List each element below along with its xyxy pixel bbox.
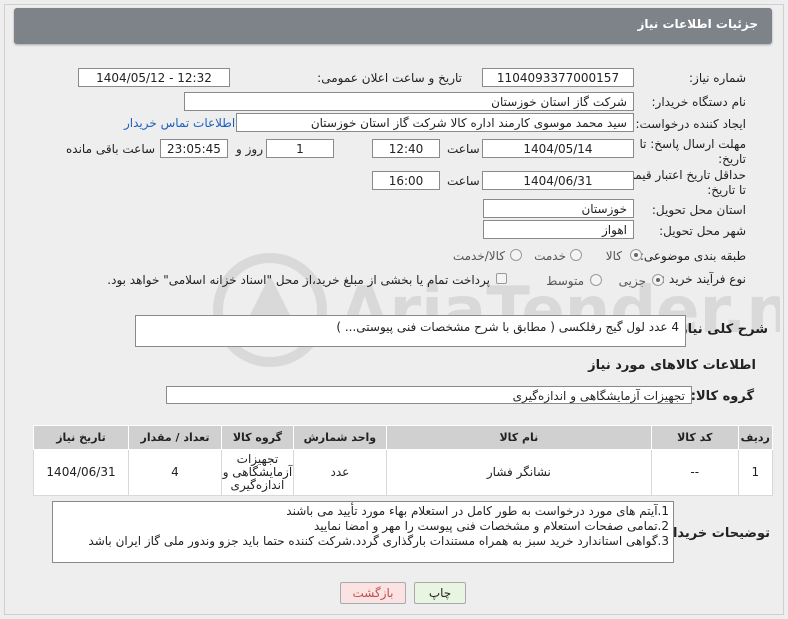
category-radio-goods[interactable] <box>630 249 642 261</box>
page-title: جزئیات اطلاعات نیاز <box>637 17 758 31</box>
summary-label: شرح کلی نیاز: <box>674 322 768 337</box>
process-label: نوع فرآیند خرید : <box>661 272 746 286</box>
payment-note: پرداخت تمام یا بخشی از مبلغ خرید،از محل … <box>107 273 490 287</box>
deadline-time-label: ساعت <box>447 142 480 156</box>
category-option-goods: کالا <box>605 249 622 263</box>
creator-label: ایجاد کننده درخواست: <box>635 117 746 131</box>
note-line-2: 2.تمامی صفحات استعلام و مشخصات فنی پیوست… <box>313 519 669 533</box>
note-line-3: 3.گواهی استاندارد خرید سبز به همراه مستن… <box>88 534 669 548</box>
province-label: استان محل تحویل: <box>651 203 746 217</box>
cell-item-group: تجهیزات آزمایشگاهی و اندازه‌گیری <box>220 449 294 496</box>
cell-row-number: 1 <box>737 449 774 496</box>
col-header-item-code: کد کالا <box>650 425 739 450</box>
back-button[interactable]: بازگشت <box>340 582 406 604</box>
treasury-payment-checkbox[interactable] <box>496 273 507 284</box>
announce-field[interactable]: 1404/05/12 - 12:32 <box>78 68 230 87</box>
items-table: ردیف کد کالا نام کالا واحد شمارش گروه کا… <box>32 425 774 496</box>
summary-field[interactable]: 4 عدد لول گیج رفلکسی ( مطابق با شرح مشخص… <box>135 315 686 347</box>
province-field[interactable]: خوزستان <box>483 199 634 218</box>
goods-group-field[interactable]: تجهیزات آزمایشگاهی و اندازه‌گیری <box>166 386 692 404</box>
cell-item-code: -- <box>650 449 739 496</box>
buyer-org-field[interactable]: شرکت گاز استان خوزستان <box>184 92 634 111</box>
contact-info-link[interactable]: اطلاعات تماس خریدار <box>124 116 235 130</box>
note-line-1: 1.آیتم های مورد درخواست به طور کامل در ا… <box>286 504 669 518</box>
cell-item-name: نشانگر فشار <box>385 449 652 496</box>
col-header-unit: واحد شمارش <box>292 425 387 450</box>
notes-label: توضیحات خریدار: <box>660 526 770 541</box>
validity-time-label: ساعت <box>447 174 480 188</box>
col-header-row-number: ردیف <box>737 425 774 450</box>
process-option-medium: متوسط <box>546 274 584 288</box>
col-header-need-date: تاریخ نیاز <box>32 425 130 450</box>
announce-label: تاریخ و ساعت اعلان عمومی: <box>317 71 462 85</box>
creator-field[interactable]: سید محمد موسوی کارمند اداره کالا شرکت گا… <box>236 113 634 132</box>
remaining-time-field[interactable]: 23:05:45 <box>160 139 228 158</box>
city-label: شهر محل تحویل: <box>659 224 746 238</box>
cell-quantity: 4 <box>128 449 222 496</box>
category-radio-goods-service[interactable] <box>510 249 522 261</box>
print-button[interactable]: چاپ <box>414 582 466 604</box>
days-field[interactable]: 1 <box>266 139 334 158</box>
deadline-date-field[interactable]: 1404/05/14 <box>482 139 634 158</box>
need-number-field[interactable]: 1104093377000157 <box>482 68 634 87</box>
col-header-item-name: نام کالا <box>385 425 652 450</box>
deadline-time-field[interactable]: 12:40 <box>372 139 440 158</box>
process-radio-minor[interactable] <box>652 274 664 286</box>
category-option-goods-service: کالا/خدمت <box>452 249 505 263</box>
process-radio-medium[interactable] <box>590 274 602 286</box>
category-option-service: خدمت <box>534 249 566 263</box>
table-row[interactable]: 1 -- نشانگر فشار عدد تجهیزات آزمایشگاهی … <box>32 449 774 496</box>
city-field[interactable]: اهواز <box>483 220 634 239</box>
table-header-row: ردیف کد کالا نام کالا واحد شمارش گروه کا… <box>32 425 774 450</box>
category-radio-service[interactable] <box>570 249 582 261</box>
buyer-org-label: نام دستگاه خریدار: <box>651 95 747 109</box>
cell-need-date: 1404/06/31 <box>32 449 130 496</box>
col-header-item-group: گروه کالا <box>220 425 294 450</box>
title-bar: جزئیات اطلاعات نیاز <box>14 8 772 44</box>
process-option-minor: جزیی <box>618 274 646 288</box>
validity-date-field[interactable]: 1404/06/31 <box>482 171 634 190</box>
notes-field[interactable]: 1.آیتم های مورد درخواست به طور کامل در ا… <box>52 501 674 563</box>
need-number-label: شماره نیاز: <box>689 71 746 85</box>
remaining-label: ساعت باقی مانده <box>66 142 156 156</box>
validity-time-field[interactable]: 16:00 <box>372 171 440 190</box>
col-header-quantity: تعداد / مقدار <box>128 425 222 450</box>
days-label: روز و <box>236 142 263 156</box>
goods-group-label: گروه کالا: <box>690 389 754 404</box>
goods-info-title: اطلاعات کالاهای مورد نیاز <box>588 358 756 373</box>
cell-unit: عدد <box>292 449 387 496</box>
category-label: طبقه بندی موضوعی: <box>639 249 746 263</box>
